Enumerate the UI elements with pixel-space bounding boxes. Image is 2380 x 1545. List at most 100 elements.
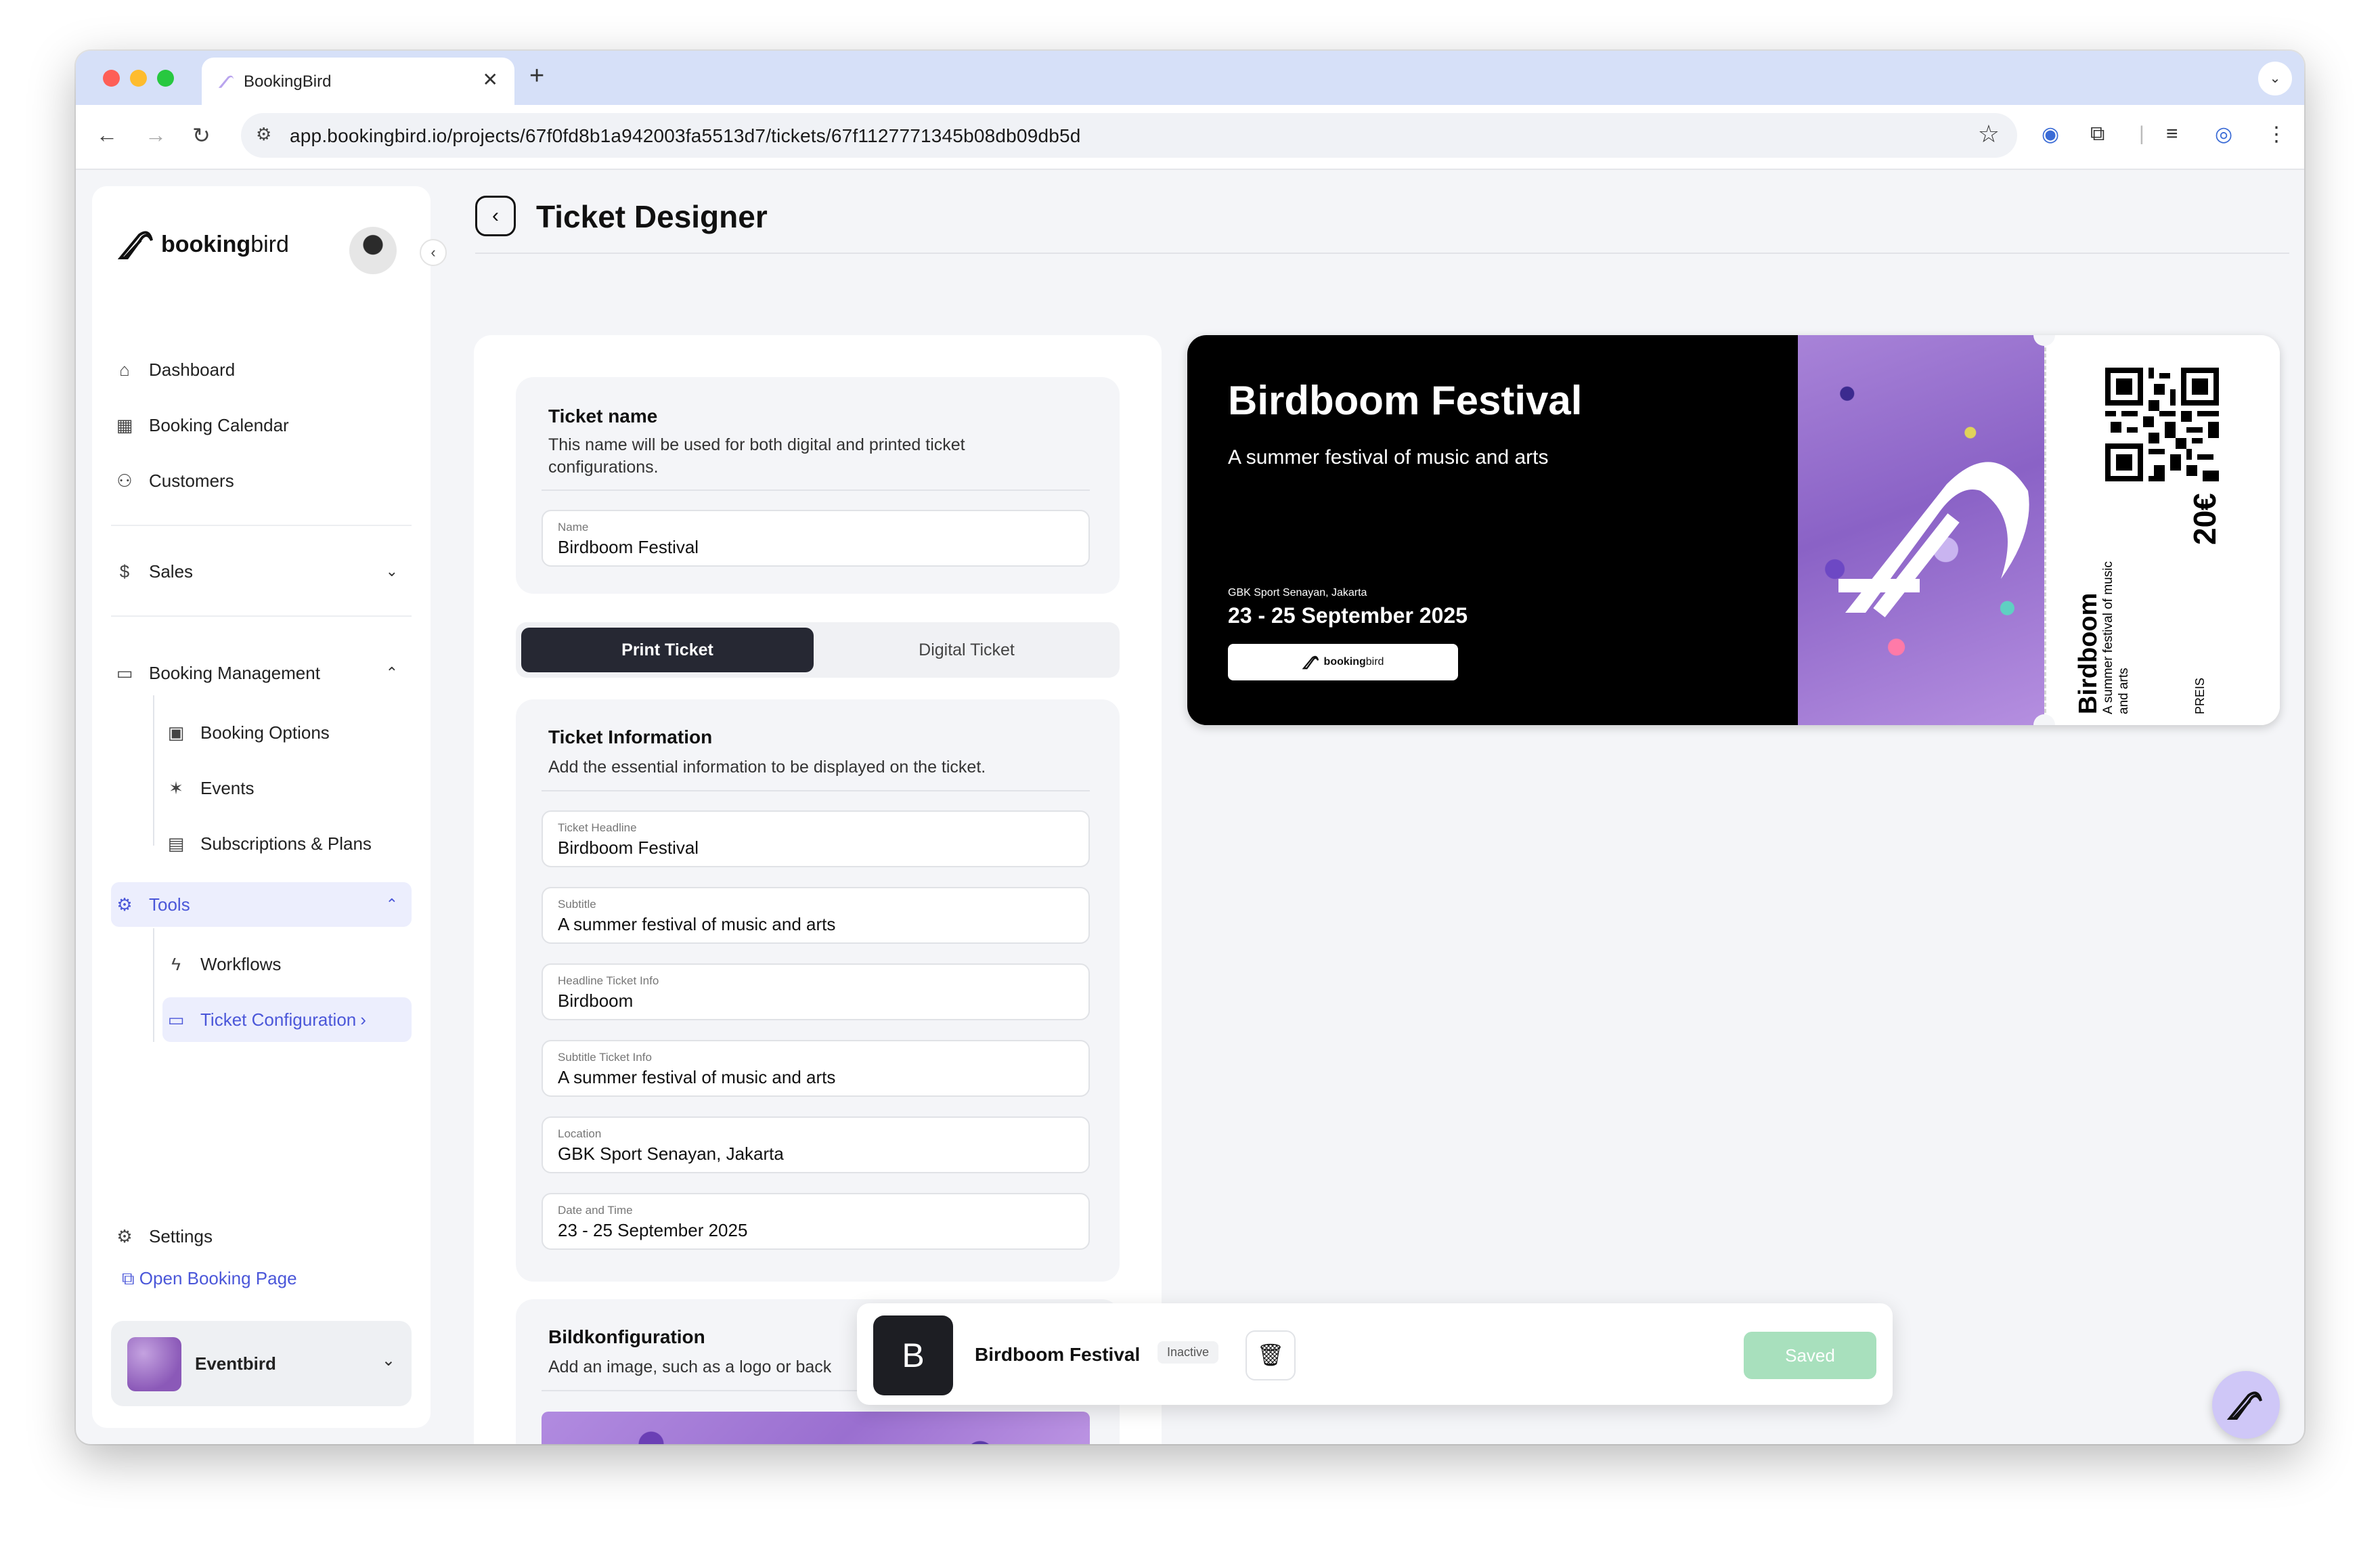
save-button[interactable]: Saved: [1744, 1332, 1876, 1379]
image-preview[interactable]: [542, 1412, 1090, 1444]
sidebar-item-subscriptions[interactable]: ▤ Subscriptions & Plans: [162, 821, 412, 866]
media-controls-icon[interactable]: ≡: [2166, 123, 2178, 146]
ticket-icon: ▭: [167, 1009, 185, 1030]
ticket-headline-field[interactable]: Ticket Headline Birdboom Festival: [542, 810, 1090, 867]
ticket-type-toggle: Print Ticket Digital Ticket: [516, 622, 1120, 678]
bookingbird-logo[interactable]: bookingbird: [118, 228, 289, 261]
sidebar-item-booking-management[interactable]: ▭ Booking Management ⌃: [111, 651, 412, 695]
ticket-name-card: Ticket name This name will be used for b…: [516, 377, 1120, 594]
subtitle-ticket-info-field[interactable]: Subtitle Ticket Info A summer festival of…: [542, 1040, 1090, 1097]
password-manager-icon[interactable]: ◉: [2042, 123, 2059, 146]
ticket-date: 23 - 25 September 2025: [1228, 603, 1468, 628]
party-popper-icon: ✶: [169, 777, 183, 798]
reload-icon[interactable]: ↻: [192, 123, 211, 148]
sidebar: bookingbird ‹ ⌂ Dashboard ▦ Booking Calend…: [92, 186, 447, 1428]
ticket-preview: Birdboom Festival A summer festival of m…: [1187, 335, 2280, 725]
ticket-initial-avatar: B: [873, 1315, 953, 1395]
bookmark-star-icon[interactable]: ☆: [1978, 120, 2000, 148]
tab-print-ticket[interactable]: Print Ticket: [521, 628, 814, 672]
ticket-main-section: Birdboom Festival A summer festival of m…: [1187, 335, 1798, 725]
field-label: Ticket Headline: [558, 821, 637, 834]
forward-arrow-icon[interactable]: →: [145, 123, 167, 148]
qr-code: [2105, 368, 2219, 481]
chevron-down-icon: ⌄: [385, 563, 398, 580]
sidebar-item-dashboard[interactable]: ⌂ Dashboard: [111, 347, 412, 392]
toolbar-divider: |: [2139, 123, 2144, 145]
url-text: app.bookingbird.io/projects/67f0fd8b1a94…: [290, 125, 1081, 146]
back-button[interactable]: ‹: [475, 196, 516, 236]
extensions-icon[interactable]: ⧉: [2090, 123, 2104, 146]
ticket-price: 20€: [2187, 493, 2222, 545]
sidebar-item-label: Customers: [149, 470, 234, 491]
tab-title: BookingBird: [244, 72, 332, 91]
sidebar-item-tools[interactable]: ⚙ Tools ⌃: [111, 882, 412, 927]
page-title: Ticket Designer: [536, 199, 768, 234]
status-badge: Inactive: [1158, 1341, 1219, 1364]
minimize-window-button[interactable]: [130, 70, 147, 87]
ticket-location: GBK Sport Senayan, Jakarta: [1228, 587, 1367, 599]
maximize-window-button[interactable]: [157, 70, 174, 87]
headline-ticket-info-field[interactable]: Headline Ticket Info Birdboom: [542, 963, 1090, 1020]
open-booking-page-link[interactable]: ⧉ Open Booking Page: [122, 1268, 297, 1290]
workspace-switcher[interactable]: Eventbird ⌄: [111, 1321, 412, 1406]
date-time-field[interactable]: Date and Time 23 - 25 September 2025: [542, 1193, 1090, 1250]
tab-digital-ticket[interactable]: Digital Ticket: [819, 628, 1114, 672]
browser-tab[interactable]: BookingBird ✕: [202, 58, 514, 105]
address-bar[interactable]: ⚙ app.bookingbird.io/projects/67f0fd8b1a…: [241, 113, 2017, 158]
field-label: Location: [558, 1127, 602, 1140]
sidebar-item-label: Events: [200, 777, 255, 798]
trash-icon[interactable]: 🗑: [1246, 1330, 1296, 1380]
new-tab-button[interactable]: +: [529, 62, 544, 91]
workspace-name: Eventbird: [195, 1353, 276, 1374]
bird-logo-icon: [1838, 462, 2029, 617]
sidebar-item-ticket-configuration[interactable]: ▭ Ticket Configuration ›: [162, 997, 412, 1042]
stub-headline: Birdboom: [2074, 592, 2102, 714]
card-description: Add the essential information to be disp…: [548, 758, 986, 777]
subscription-icon: ▤: [167, 833, 185, 854]
sidebar-item-settings[interactable]: ⚙ Settings: [111, 1214, 412, 1259]
sidebar-item-booking-options[interactable]: ▣ Booking Options: [162, 710, 412, 755]
tab-bar: BookingBird ✕ + ⌄: [76, 51, 2304, 105]
ticket-image: [1798, 335, 2044, 725]
field-value: GBK Sport Senayan, Jakarta: [558, 1144, 784, 1164]
sidebar-item-label: Booking Options: [200, 722, 330, 743]
browser-menu-icon[interactable]: ⋮: [2266, 123, 2287, 146]
sidebar-item-workflows[interactable]: ϟ Workflows: [162, 942, 412, 986]
close-tab-icon[interactable]: ✕: [483, 68, 498, 91]
ticket-brand-light: bird: [1365, 656, 1384, 668]
card-divider: [542, 790, 1090, 791]
browser-window: BookingBird ✕ + ⌄ ← → ↻ ⚙ app.bookingbir…: [76, 51, 2304, 1444]
page-header: ‹ Ticket Designer: [475, 170, 2289, 254]
subtitle-field[interactable]: Subtitle A summer festival of music and a…: [542, 887, 1090, 944]
site-settings-icon[interactable]: ⚙: [256, 124, 271, 145]
sidebar-item-booking-calendar[interactable]: ▦ Booking Calendar: [111, 403, 412, 448]
profile-icon[interactable]: ◎: [2215, 123, 2232, 146]
chevron-up-icon: ⌃: [385, 896, 398, 913]
brand-bold: booking: [161, 231, 251, 257]
sidebar-item-label: Workflows: [200, 953, 282, 974]
user-avatar[interactable]: [349, 227, 397, 274]
tree-line: [153, 695, 154, 846]
sidebar-item-events[interactable]: ✶ Events: [162, 766, 412, 810]
sidebar-item-customers[interactable]: ⚇ Customers: [111, 458, 412, 503]
field-value: 23 - 25 September 2025: [558, 1220, 748, 1240]
ticket-information-card: Ticket Information Add the essential inf…: [516, 699, 1120, 1282]
tab-search-chevron-icon[interactable]: ⌄: [2258, 62, 2292, 95]
close-window-button[interactable]: [103, 70, 120, 87]
options-icon: ▣: [167, 722, 185, 743]
field-value: Birdboom Festival: [558, 837, 699, 858]
bird-help-button[interactable]: [2212, 1371, 2280, 1439]
ticket-name-field[interactable]: Name Birdboom Festival: [542, 510, 1090, 567]
sidebar-item-sales[interactable]: $ Sales ⌄: [111, 549, 412, 594]
sidebar-divider: [111, 525, 412, 526]
field-value: Birdboom: [558, 991, 634, 1011]
back-arrow-icon[interactable]: ←: [96, 123, 118, 148]
browser-toolbar: ← → ↻ ⚙ app.bookingbird.io/projects/67f0…: [76, 105, 2304, 170]
folder-icon: ▭: [116, 662, 133, 683]
card-title: Ticket name: [548, 406, 658, 427]
collapse-sidebar-icon[interactable]: ‹: [420, 239, 447, 266]
gear-icon: ⚙: [116, 894, 133, 915]
location-field[interactable]: Location GBK Sport Senayan, Jakarta: [542, 1116, 1090, 1173]
card-divider: [542, 489, 1090, 491]
bird-favicon-icon: [218, 75, 234, 88]
